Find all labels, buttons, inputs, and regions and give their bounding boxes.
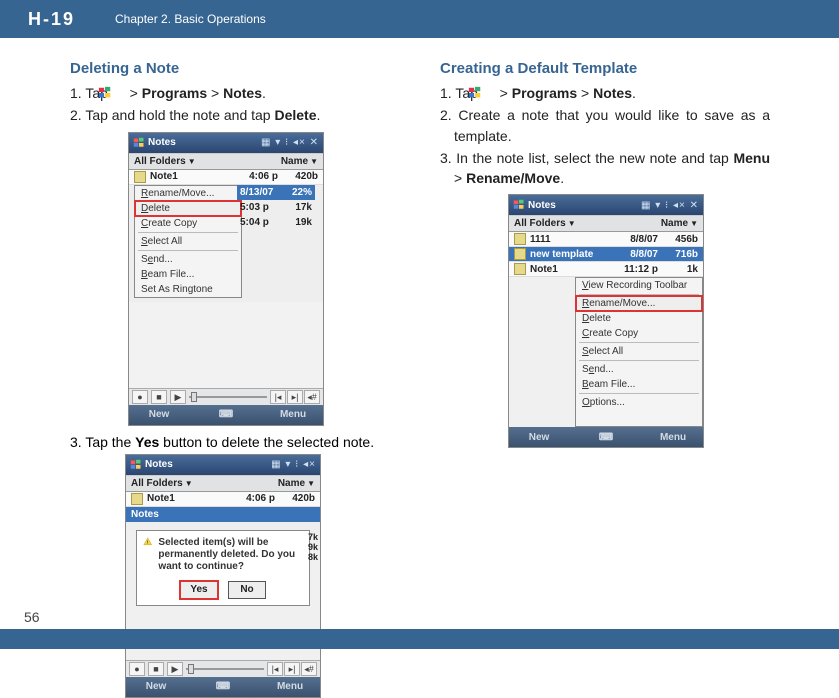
page-header: H-19 Chapter 2. Basic Operations bbox=[0, 0, 839, 38]
next-button[interactable]: ▸| bbox=[284, 662, 300, 676]
seek-slider[interactable] bbox=[189, 396, 267, 398]
right-step-1: 1. Tap > Programs > Notes. bbox=[440, 83, 770, 103]
note-icon bbox=[131, 493, 143, 505]
status-icons: ▦ ▾ ⁝ ◂× ✕ bbox=[261, 137, 319, 148]
screenshot-confirm-dialog: Notes ▦ ▾ ⁝ ◂× All Folders▼ Name▼ Note1 … bbox=[125, 454, 321, 698]
warning-icon: ! bbox=[143, 537, 152, 559]
softkey-bar: New ⌨ Menu bbox=[129, 405, 323, 425]
softkey-menu[interactable]: Menu bbox=[643, 432, 703, 443]
prev-button[interactable]: |◂ bbox=[267, 662, 283, 676]
softkey-bar: New ⌨ Menu bbox=[126, 677, 320, 697]
menu-delete[interactable]: Delete bbox=[576, 311, 702, 326]
playback-toolbar: ● ■ ▶ |◂ ▸| ◂# bbox=[126, 660, 320, 677]
note-row[interactable]: Note1 4:06 p 420b bbox=[129, 170, 323, 185]
dialog-message: Selected item(s) will be permanently del… bbox=[158, 537, 303, 573]
menu-select-all[interactable]: Select All bbox=[576, 344, 702, 359]
note-row[interactable]: Note1 4:06 p 420b bbox=[126, 492, 320, 507]
device-topbar: Notes ▦ ▾ ⁝ ◂× ✕ bbox=[129, 133, 323, 153]
note-icon bbox=[514, 263, 526, 275]
device-topbar: Notes ▦ ▾ ⁝ ◂× ✕ bbox=[509, 195, 703, 215]
softkey-bar: New ⌨ Menu bbox=[509, 427, 703, 447]
record-button[interactable]: ● bbox=[129, 662, 145, 676]
vol-button[interactable]: ◂# bbox=[301, 662, 317, 676]
note-icon bbox=[514, 248, 526, 260]
menu-ringtone[interactable]: Set As Ringtone bbox=[135, 282, 241, 297]
next-button[interactable]: ▸| bbox=[287, 390, 303, 404]
page-number: 56 bbox=[24, 609, 40, 625]
yes-button[interactable]: Yes bbox=[180, 581, 218, 599]
left-step-3: 3. Tap the Yes button to delete the sele… bbox=[70, 432, 400, 452]
context-side-rows: 8/13/0722% 5:03 p17k 5:04 p19k bbox=[237, 185, 315, 230]
menu-create-copy[interactable]: Create Copy bbox=[135, 216, 241, 231]
menu-send[interactable]: Send... bbox=[576, 362, 702, 377]
screenshot-delete-menu: Notes ▦ ▾ ⁝ ◂× ✕ All Folders▼ Name▼ Note… bbox=[128, 132, 324, 426]
stop-button[interactable]: ■ bbox=[148, 662, 164, 676]
start-icon bbox=[482, 85, 496, 99]
right-step-3: 3. In the note list, select the new note… bbox=[440, 148, 770, 189]
context-menu: View Recording Toolbar Rename/Move... De… bbox=[575, 277, 703, 427]
playback-toolbar: ● ■ ▶ |◂ ▸| ◂# bbox=[129, 388, 323, 405]
folder-bar[interactable]: All Folders▼ Name▼ bbox=[129, 153, 323, 170]
prev-button[interactable]: |◂ bbox=[270, 390, 286, 404]
dialog-header: Notes bbox=[126, 507, 320, 522]
menu-send[interactable]: Send... bbox=[135, 252, 241, 267]
section-title-deleting: Deleting a Note bbox=[70, 60, 400, 77]
softkey-new[interactable]: New bbox=[509, 432, 569, 443]
stop-button[interactable]: ■ bbox=[151, 390, 167, 404]
start-button[interactable]: Notes bbox=[513, 199, 556, 211]
menu-create-copy[interactable]: Create Copy bbox=[576, 326, 702, 341]
softkey-new[interactable]: New bbox=[129, 409, 189, 420]
keyboard-icon[interactable]: ⌨ bbox=[212, 681, 234, 692]
left-column: Deleting a Note 1. Tap > Programs > Note… bbox=[70, 60, 400, 698]
folder-bar[interactable]: All Folders▼ Name▼ bbox=[126, 475, 320, 492]
manual-logo: H-19 bbox=[0, 9, 95, 30]
section-title-template: Creating a Default Template bbox=[440, 60, 770, 77]
note-icon bbox=[514, 233, 526, 245]
keyboard-icon[interactable]: ⌨ bbox=[215, 409, 237, 420]
no-button[interactable]: No bbox=[228, 581, 266, 599]
note-row-selected[interactable]: new template 8/8/07 716b bbox=[509, 247, 703, 262]
menu-options[interactable]: Options... bbox=[576, 395, 702, 410]
softkey-new[interactable]: New bbox=[126, 681, 186, 692]
screenshot-rename-menu: Notes ▦ ▾ ⁝ ◂× ✕ All Folders▼ Name▼ 1111… bbox=[508, 194, 704, 448]
menu-beam[interactable]: Beam File... bbox=[576, 377, 702, 392]
menu-view-toolbar[interactable]: View Recording Toolbar bbox=[576, 278, 702, 293]
left-step-1: 1. Tap > Programs > Notes. bbox=[70, 83, 400, 103]
menu-delete[interactable]: Delete bbox=[135, 201, 241, 216]
menu-rename[interactable]: Rename/Move... bbox=[135, 186, 241, 201]
status-icons: ▦ ▾ ⁝ ◂× ✕ bbox=[641, 200, 699, 211]
start-button[interactable]: Notes bbox=[130, 459, 173, 471]
softkey-menu[interactable]: Menu bbox=[260, 681, 320, 692]
softkey-menu[interactable]: Menu bbox=[263, 409, 323, 420]
seek-slider[interactable] bbox=[186, 668, 264, 670]
folder-bar[interactable]: All Folders▼ Name▼ bbox=[509, 215, 703, 232]
menu-rename[interactable]: Rename/Move... bbox=[576, 296, 702, 311]
start-icon bbox=[112, 85, 126, 99]
left-step-3-wrap: 3. Tap the Yes button to delete the sele… bbox=[70, 432, 400, 698]
right-step-2: 2. Create a note that you would like to … bbox=[440, 105, 770, 146]
play-button[interactable]: ▶ bbox=[170, 390, 186, 404]
context-menu: Rename/Move... Delete Create Copy Select… bbox=[134, 185, 242, 298]
menu-beam[interactable]: Beam File... bbox=[135, 267, 241, 282]
note-icon bbox=[134, 171, 146, 183]
play-button[interactable]: ▶ bbox=[167, 662, 183, 676]
vol-button[interactable]: ◂# bbox=[304, 390, 320, 404]
right-column: Creating a Default Template 1. Tap > Pro… bbox=[440, 60, 770, 698]
note-row[interactable]: Note1 11:12 p 1k bbox=[509, 262, 703, 277]
status-icons: ▦ ▾ ⁝ ◂× bbox=[271, 459, 316, 470]
menu-select-all[interactable]: Select All bbox=[135, 234, 241, 249]
start-button[interactable]: Notes bbox=[133, 137, 176, 149]
confirm-dialog: ! Selected item(s) will be permanently d… bbox=[136, 530, 310, 606]
chapter-title: Chapter 2. Basic Operations bbox=[95, 12, 266, 26]
footer-bar bbox=[0, 629, 839, 649]
keyboard-icon[interactable]: ⌨ bbox=[595, 432, 617, 443]
left-step-2: 2. Tap and hold the note and tap Delete. bbox=[70, 105, 400, 125]
device-topbar: Notes ▦ ▾ ⁝ ◂× bbox=[126, 455, 320, 475]
record-button[interactable]: ● bbox=[132, 390, 148, 404]
note-row[interactable]: 1111 8/8/07 456b bbox=[509, 232, 703, 247]
